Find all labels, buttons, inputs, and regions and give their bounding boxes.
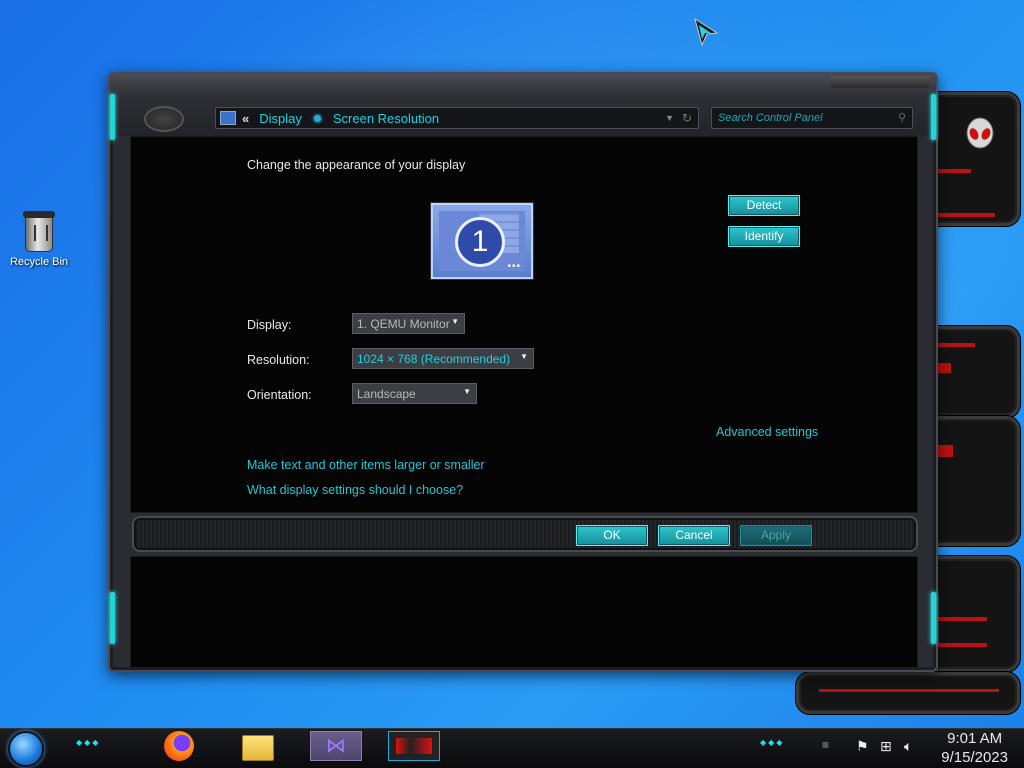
desktop-icon-label: Recycle Bin <box>9 256 69 268</box>
taskbar-visual-studio-installer[interactable]: ⋈ <box>310 731 364 763</box>
identify-button[interactable]: Identify <box>728 226 800 247</box>
breadcrumb-display[interactable]: Display <box>259 111 302 126</box>
orientation-select-value: Landscape <box>357 387 416 401</box>
cyan-accent-strip <box>110 592 115 644</box>
advanced-settings-link[interactable]: Advanced settings <box>716 425 818 439</box>
flag-icon[interactable]: ⚑ <box>856 738 869 755</box>
network-icon[interactable]: ⊞ <box>880 738 892 755</box>
taskbar-decoration-dots: ◆◆◆ <box>76 738 101 747</box>
page-heading: Change the appearance of your display <box>247 158 466 172</box>
firefox-icon <box>164 731 194 761</box>
alien-widget-disk <box>926 556 1020 672</box>
resolution-select-value: 1024 × 768 (Recommended) <box>357 352 511 366</box>
cyan-accent-strip <box>110 94 115 140</box>
desktop-icon-recycle-bin[interactable]: Recycle Bin <box>6 211 72 268</box>
chevron-down-icon: ▼ <box>463 387 471 396</box>
back-forward-emblem[interactable] <box>144 106 184 132</box>
detect-button[interactable]: Detect <box>728 195 800 216</box>
breadcrumb-chevron-icon[interactable]: « <box>242 111 249 126</box>
taskbar-firefox[interactable] <box>164 731 198 763</box>
orientation-label: Orientation: <box>247 388 312 402</box>
lower-empty-panel <box>130 556 918 668</box>
taskbar-clock[interactable]: 9:01 AM 9/15/2023 <box>941 729 1008 767</box>
alien-head-icon <box>966 117 994 149</box>
clock-time: 9:01 AM <box>947 730 1003 747</box>
monitor-dots-icon: ••• <box>507 261 521 272</box>
taskbar-alienware-control[interactable] <box>388 731 442 763</box>
chevron-down-icon: ▼ <box>451 317 459 326</box>
breadcrumb-separator-icon <box>313 114 321 122</box>
show-hidden-icons-icon[interactable]: ≡ <box>822 738 829 752</box>
address-dropdown-icon[interactable]: ▼ <box>665 113 674 123</box>
breadcrumb-screen-resolution[interactable]: Screen Resolution <box>333 111 439 126</box>
chevron-down-icon: ▼ <box>520 352 528 361</box>
refresh-icon[interactable]: ↻ <box>682 111 692 125</box>
window-controls-tab[interactable] <box>830 76 930 88</box>
volume-icon[interactable]: 🔈︎ <box>904 738 912 755</box>
display-help-link[interactable]: What display settings should I choose? <box>247 483 463 497</box>
main-content-panel: Change the appearance of your display 1 … <box>130 136 918 513</box>
apply-button[interactable]: Apply <box>740 525 812 546</box>
cyan-accent-strip <box>931 94 936 140</box>
recycle-bin-icon <box>23 211 55 252</box>
alienware-control-icon <box>388 731 440 761</box>
start-button[interactable] <box>8 731 44 767</box>
resolution-select[interactable]: 1024 × 768 (Recommended) ▼ <box>352 348 534 369</box>
taskbar-file-explorer[interactable] <box>242 731 276 763</box>
address-bar[interactable]: « Display Screen Resolution ▼ ↻ <box>215 107 699 129</box>
display-select[interactable]: 1. QEMU Monitor ▼ <box>352 313 465 334</box>
display-label: Display: <box>247 318 292 332</box>
orientation-select[interactable]: Landscape ▼ <box>352 383 477 404</box>
display-select-value: 1. QEMU Monitor <box>357 317 450 331</box>
screen-resolution-window: « Display Screen Resolution ▼ ↻ Search C… <box>108 72 938 672</box>
visual-studio-installer-icon: ⋈ <box>310 731 362 761</box>
search-placeholder: Search Control Panel <box>718 112 823 124</box>
search-input[interactable]: Search Control Panel ⚲ <box>711 107 913 129</box>
alien-widget-top <box>926 92 1020 226</box>
text-size-link[interactable]: Make text and other items larger or smal… <box>247 458 485 472</box>
file-explorer-icon <box>242 735 274 761</box>
search-icon[interactable]: ⚲ <box>898 111 906 124</box>
resolution-label: Resolution: <box>247 353 310 367</box>
taskbar <box>0 728 1024 768</box>
alien-widget-ram <box>926 416 1020 546</box>
control-panel-monitor-icon <box>220 111 236 125</box>
alien-widget-cpu <box>926 326 1020 418</box>
button-bar: OK Cancel Apply <box>132 516 918 552</box>
cyan-accent-strip <box>931 592 936 644</box>
cancel-button[interactable]: Cancel <box>658 525 730 546</box>
alien-widget-bottom <box>796 672 1020 714</box>
taskbar-decoration-dots: ◆◆◆ <box>760 738 785 747</box>
monitor-number: 1 <box>455 217 505 267</box>
monitor-preview-1[interactable]: 1 ••• <box>431 203 533 279</box>
clock-date: 9/15/2023 <box>941 749 1008 766</box>
ok-button[interactable]: OK <box>576 525 648 546</box>
mouse-cursor-icon <box>694 17 719 47</box>
